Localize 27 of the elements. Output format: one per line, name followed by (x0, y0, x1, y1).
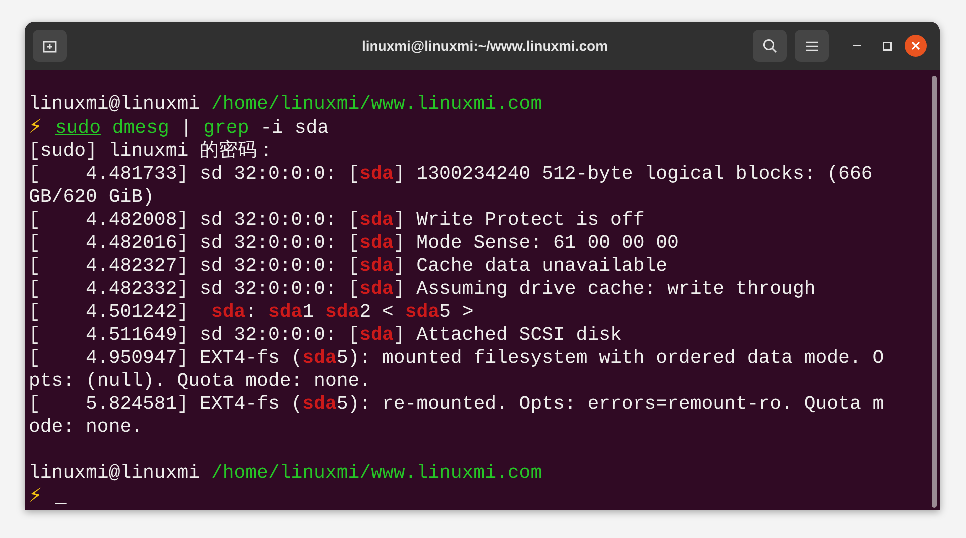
terminal-line: [ 4.482332] sd 32:0:0:0: [sda] Assuming drive cache: write through (29, 278, 816, 301)
terminal-line: [ 4.950947] EXT4-fs (sda5): mounted filesystem with ordered data mode. O (29, 347, 884, 370)
close-button[interactable] (905, 35, 927, 57)
terminal-line: ⚡ sudo dmesg | grep -i sda (29, 116, 330, 140)
minimize-icon (853, 45, 861, 47)
terminal-line: [ 4.481733] sd 32:0:0:0: [sda] 1300234240 512-byte logical blocks: (666 (29, 163, 873, 186)
window-title: linuxmi@linuxmi:~/www.linuxmi.com (360, 36, 608, 56)
terminal-line: [ 5.824581] EXT4-fs (sda5): re-mounted. Opts: errors=remount-ro. Quota m (29, 393, 884, 416)
terminal-line: [ 4.501242] sda: sda1 sda2 < sda5 > (29, 301, 474, 324)
terminal-line: [ 4.482016] sd 32:0:0:0: [sda] Mode Sense: 61 00 00 00 (29, 232, 679, 255)
maximize-icon (882, 42, 892, 50)
terminal-line: [ 4.511649] sd 32:0:0:0: [sda] Attached SCSI disk (29, 324, 622, 347)
terminal-line: GB/620 GiB) (29, 186, 154, 209)
terminal-line: [ 4.482008] sd 32:0:0:0: [sda] Write Protect is off (29, 209, 645, 232)
new-tab-button[interactable] (33, 30, 67, 62)
search-icon (762, 38, 778, 54)
terminal-line: [sudo] linuxmi 的密码： (29, 140, 276, 163)
close-icon (912, 42, 920, 50)
terminal-line: [ 4.482327] sd 32:0:0:0: [sda] Cache data unavailable (29, 255, 668, 278)
terminal-line: pts: (null). Quota mode: none. (29, 370, 372, 393)
menu-icon (806, 40, 818, 52)
terminal-line: ⚡ _ (29, 485, 67, 509)
menu-button[interactable] (795, 30, 829, 62)
terminal-line: ode: none. (29, 416, 144, 439)
search-button[interactable] (753, 30, 787, 62)
terminal-line: linuxmi@linuxmi /home/linuxmi/www.linuxmi.com (29, 93, 542, 116)
terminal-line: linuxmi@linuxmi /home/linuxmi/www.linuxmi.com (29, 462, 542, 485)
